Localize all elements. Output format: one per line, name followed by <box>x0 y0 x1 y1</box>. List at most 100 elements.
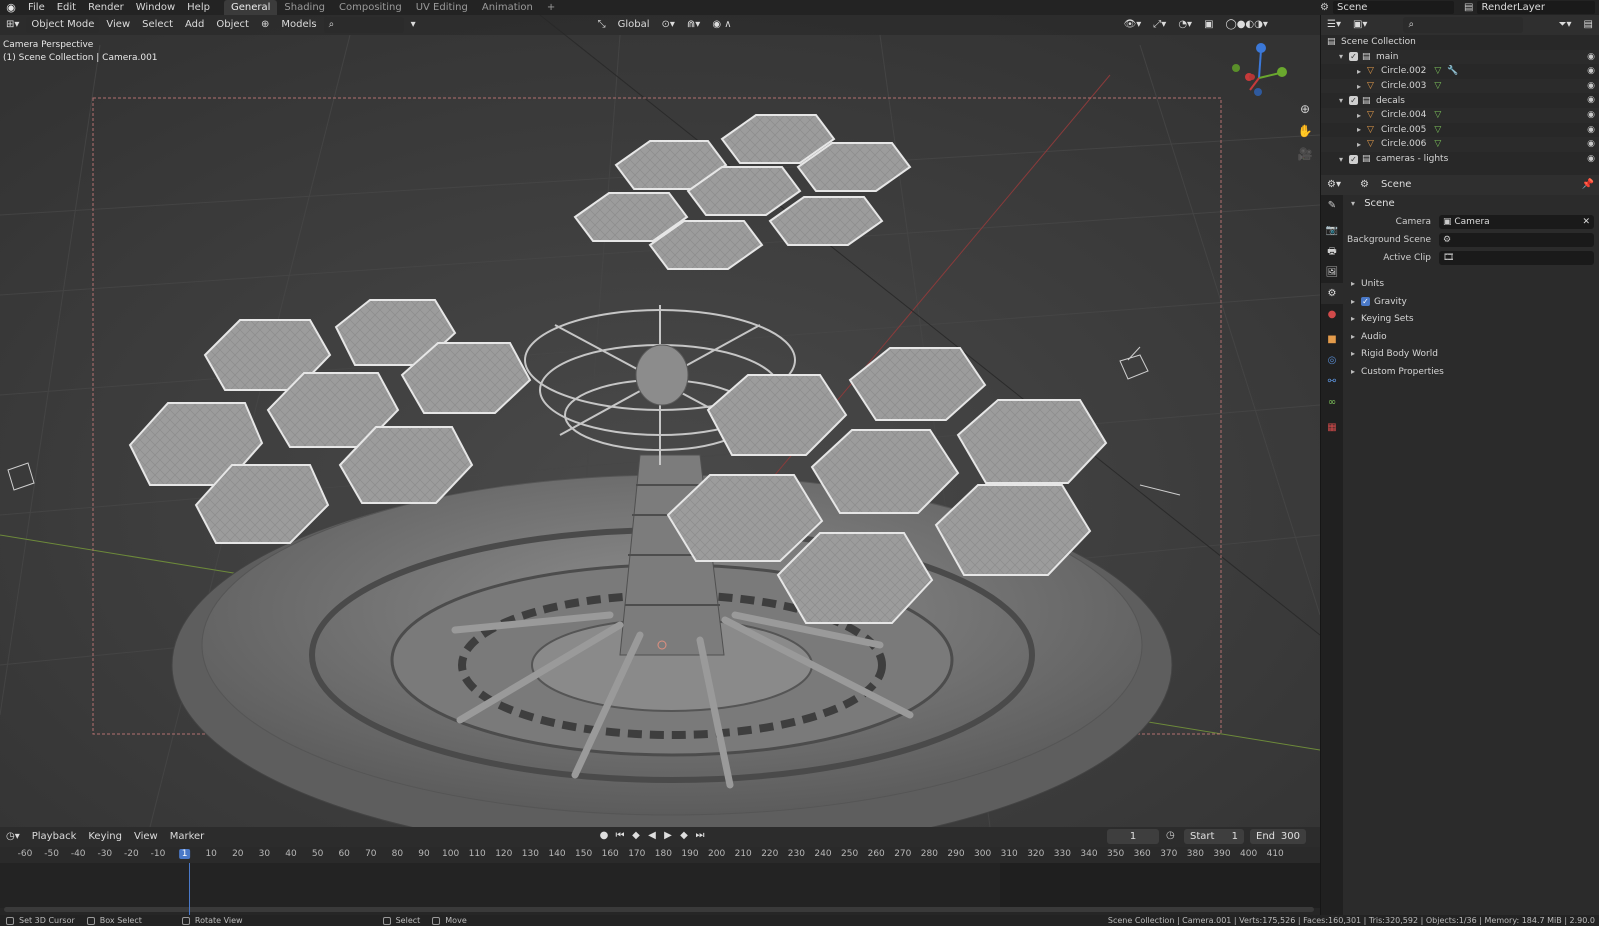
outliner-editor-type-icon[interactable]: ☰▾ <box>1322 17 1346 33</box>
marker-menu[interactable]: Marker <box>165 829 210 845</box>
checkbox-icon[interactable]: ✓ <box>1349 52 1358 62</box>
object-mode-dropdown[interactable]: Object Mode <box>26 17 100 33</box>
outliner-root[interactable]: ▤ Scene Collection <box>1321 35 1599 50</box>
menu-file[interactable]: File <box>22 0 51 15</box>
prev-keyframe-icon[interactable]: ◆ <box>630 829 642 843</box>
start-frame-field[interactable]: Start 1 <box>1184 829 1244 844</box>
transform-orientation-dropdown[interactable]: Global <box>613 17 655 33</box>
scene-selector[interactable]: ⚙ Scene <box>1318 0 1458 15</box>
snap-icon[interactable]: ⋒▾ <box>682 17 705 33</box>
tab-compositing[interactable]: Compositing <box>332 0 409 15</box>
outliner-row-main[interactable]: ▾ ✓ ▤ main ◉ <box>1321 49 1599 65</box>
playback-menu[interactable]: Playback <box>27 829 82 845</box>
eye-icon[interactable]: ◉ <box>1587 66 1595 76</box>
expand-icon[interactable]: ▸ <box>1357 125 1367 134</box>
audio-subpanel[interactable]: ▸ Audio <box>1343 328 1599 346</box>
gravity-subpanel[interactable]: ▸ ✓ Gravity <box>1343 293 1599 311</box>
rigid-body-world-subpanel[interactable]: ▸ Rigid Body World <box>1343 345 1599 363</box>
menu-render[interactable]: Render <box>82 0 130 15</box>
timeline-editor[interactable]: ◷▾ Playback Keying View Marker ● ⏮ ◆ ◀ ▶… <box>0 827 1320 915</box>
expand-icon[interactable]: ▸ <box>1357 140 1367 149</box>
checkbox-icon[interactable]: ✓ <box>1349 154 1358 164</box>
jump-start-icon[interactable]: ⏮ <box>614 829 626 843</box>
editor-type-icon[interactable]: ⊞▾ <box>1 17 24 33</box>
menu-edit[interactable]: Edit <box>51 0 82 15</box>
constraints-tab-icon[interactable]: ⚯ <box>1321 371 1343 392</box>
object-data-tab-icon[interactable]: ∞ <box>1321 392 1343 413</box>
add-menu[interactable]: Add <box>180 17 209 33</box>
keying-menu[interactable]: Keying <box>83 829 127 845</box>
play-reverse-icon[interactable]: ◀ <box>646 829 658 843</box>
outliner-row-circle-005[interactable]: ▸ ▽ Circle.005 ▽ ◉ <box>1321 123 1599 138</box>
outliner-row-circle-006[interactable]: ▸ ▽ Circle.006 ▽ ◉ <box>1321 137 1599 152</box>
physics-tab-icon[interactable]: ◎ <box>1321 350 1343 371</box>
outliner-row-circle-003[interactable]: ▸ ▽ Circle.003 ▽ ◉ <box>1321 78 1599 94</box>
eye-icon[interactable]: ◉ <box>1587 95 1595 105</box>
tool-tab-icon[interactable]: ✎ <box>1321 195 1343 216</box>
timeline-editor-type-icon[interactable]: ◷▾ <box>1 829 25 845</box>
eye-icon[interactable]: ◉ <box>1587 81 1595 91</box>
tab-general[interactable]: General <box>223 0 278 15</box>
outliner-row-circle-002[interactable]: ▸ ▽ Circle.002 ▽ 🔧 ◉ <box>1321 64 1599 79</box>
outliner-row-circle-004[interactable]: ▸ ▽ Circle.004 ▽ ◉ <box>1321 107 1599 123</box>
properties-editor-type-icon[interactable]: ⚙▾ <box>1322 177 1346 193</box>
filter-dropdown-icon[interactable]: ▾ <box>406 17 421 33</box>
render-tab-icon[interactable]: 📷 <box>1321 220 1343 241</box>
units-subpanel[interactable]: ▸ Units <box>1343 275 1599 293</box>
gravity-checkbox[interactable]: ✓ <box>1361 296 1370 306</box>
outliner-search-input[interactable]: ⌕ <box>1403 17 1524 33</box>
expand-icon[interactable]: ▸ <box>1357 82 1367 91</box>
expand-icon[interactable]: ▾ <box>1339 155 1349 164</box>
object-tab-icon[interactable]: ■ <box>1321 329 1343 350</box>
camera-view-icon[interactable]: 🎥 <box>1296 145 1314 163</box>
scene-name-field[interactable]: Scene <box>1332 1 1454 14</box>
output-tab-icon[interactable]: 🖶 <box>1321 241 1343 262</box>
expand-icon[interactable]: ▾ <box>1339 96 1349 105</box>
checkbox-icon[interactable]: ✓ <box>1349 96 1358 106</box>
timeline-ruler[interactable]: -60 -50 -40 -30 -20 -10 1 10 20 30 40 50 60 70 80 90 100… <box>0 847 1320 863</box>
gizmo-icon[interactable]: ⤢▾ <box>1148 17 1171 33</box>
outliner-row-decals[interactable]: ▾ ✓ ▤ decals ◉ <box>1321 93 1599 108</box>
eye-icon[interactable]: ◉ <box>1587 139 1595 149</box>
display-mode-icon[interactable]: ▣▾ <box>1348 17 1372 33</box>
current-frame-field[interactable]: 1 <box>1107 829 1159 844</box>
timeline-keyframe-area[interactable] <box>0 863 1320 908</box>
xray-icon[interactable]: ▣ <box>1199 17 1218 33</box>
camera-field[interactable]: ▣ Camera ✕ <box>1439 215 1594 229</box>
timeline-view-menu[interactable]: View <box>129 829 163 845</box>
keying-sets-subpanel[interactable]: ▸ Keying Sets <box>1343 310 1599 328</box>
tab-uv-editing[interactable]: UV Editing <box>409 0 475 15</box>
jump-end-icon[interactable]: ⏭ <box>694 829 706 843</box>
new-collection-icon[interactable]: ▤ <box>1579 17 1598 33</box>
visibility-icon[interactable]: 👁▾ <box>1119 17 1147 33</box>
render-layer-selector[interactable]: ▤ RenderLayer <box>1462 0 1599 15</box>
object-menu[interactable]: Object <box>211 17 254 33</box>
eye-icon[interactable]: ◉ <box>1587 52 1595 62</box>
play-icon[interactable]: ▶ <box>662 829 674 843</box>
texture-tab-icon[interactable]: ▦ <box>1321 417 1343 438</box>
pan-hand-icon[interactable]: ✋ <box>1296 122 1314 140</box>
add-workspace-icon[interactable]: + <box>540 0 562 15</box>
zoom-icon[interactable]: ⊕ <box>1296 100 1314 118</box>
eye-icon[interactable]: ◉ <box>1587 125 1595 135</box>
scene-panel-header[interactable]: ▾ Scene <box>1343 195 1599 213</box>
eye-icon[interactable]: ◉ <box>1587 154 1595 164</box>
pivot-point-icon[interactable]: ⊙▾ <box>657 17 680 33</box>
outliner-filter-icon[interactable]: ⏷▾ <box>1554 17 1577 33</box>
select-menu[interactable]: Select <box>137 17 178 33</box>
outliner[interactable]: ☰▾ ▣▾ ⌕ ⏷▾ ▤ ▤ Scene Collection ▾ ✓ ▤ main… <box>1320 15 1599 175</box>
proportional-edit-icon[interactable]: ◉ ∧ <box>707 17 736 33</box>
custom-properties-subpanel[interactable]: ▸ Custom Properties <box>1343 363 1599 381</box>
scene-tab-icon[interactable]: ⚙ <box>1321 283 1343 304</box>
active-clip-field[interactable]: 🎞 <box>1439 251 1594 265</box>
expand-icon[interactable]: ▸ <box>1357 67 1367 76</box>
playhead[interactable] <box>189 863 190 915</box>
overlays-icon[interactable]: ◔▾ <box>1173 17 1197 33</box>
pin-icon[interactable]: 📌 <box>1577 177 1599 193</box>
eye-icon[interactable]: ◉ <box>1587 110 1595 120</box>
background-scene-field[interactable]: ⚙ <box>1439 233 1594 247</box>
outliner-row-cameras-lights[interactable]: ▾ ✓ ▤ cameras - lights ◉ <box>1321 152 1599 167</box>
properties-editor[interactable]: ⚙▾ ⚙ Scene 📌 ✎ 📷 🖶 🖼 ⚙ ● ■ ◎ ⚯ ∞ ▦ ▾ Sce… <box>1320 175 1599 915</box>
menu-help[interactable]: Help <box>181 0 216 15</box>
expand-icon[interactable]: ▸ <box>1357 111 1367 120</box>
